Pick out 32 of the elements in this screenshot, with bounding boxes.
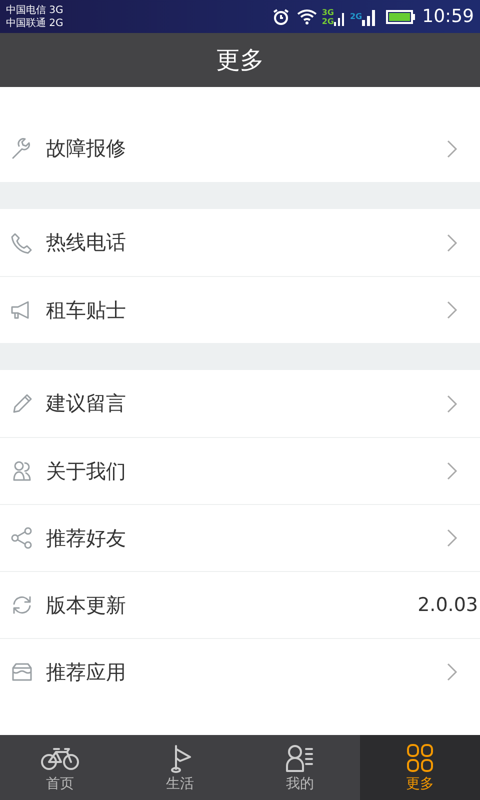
chevron-right-icon (446, 300, 458, 320)
wifi-icon (296, 8, 318, 26)
menu-label: 建议留言 (46, 390, 127, 417)
menu-label: 关于我们 (46, 458, 127, 484)
clock-time: 10:59 (422, 6, 474, 27)
menu-label: 故障报修 (46, 135, 127, 162)
carrier-name: 中国电信 3G (6, 4, 64, 16)
nav-tab[interactable]: 更多 (360, 735, 480, 800)
nav-tab[interactable]: 我的 (240, 735, 360, 800)
chevron-right-icon (446, 138, 458, 158)
menu-label: 热线电话 (46, 229, 127, 256)
menu-label: 租车贴士 (46, 296, 127, 324)
chevron-right-icon (446, 394, 458, 414)
share-icon (10, 526, 34, 550)
chevron-right-icon (446, 662, 458, 682)
chevron-right-icon (446, 232, 458, 252)
menu-label: 推荐应用 (46, 658, 127, 686)
menu-label: 版本更新 (46, 592, 127, 618)
nav-tab[interactable]: 生活 (120, 735, 240, 800)
phone-icon (10, 230, 34, 254)
network-type-label: 2G (322, 16, 334, 26)
alarm-icon (272, 8, 290, 26)
page-title: 更多 (216, 45, 264, 76)
nav-tab[interactable]: 首页 (0, 735, 120, 800)
network-type-label: 2G (350, 12, 362, 21)
carrier-name: 中国联通 2G (6, 16, 64, 30)
battery-icon (386, 8, 416, 24)
chevron-right-icon (446, 461, 458, 481)
chevron-right-icon (446, 528, 458, 548)
network-type-label: 3G (322, 8, 334, 16)
version-number: 2.0.03 (418, 594, 478, 616)
menu-label: 推荐好友 (46, 524, 127, 552)
